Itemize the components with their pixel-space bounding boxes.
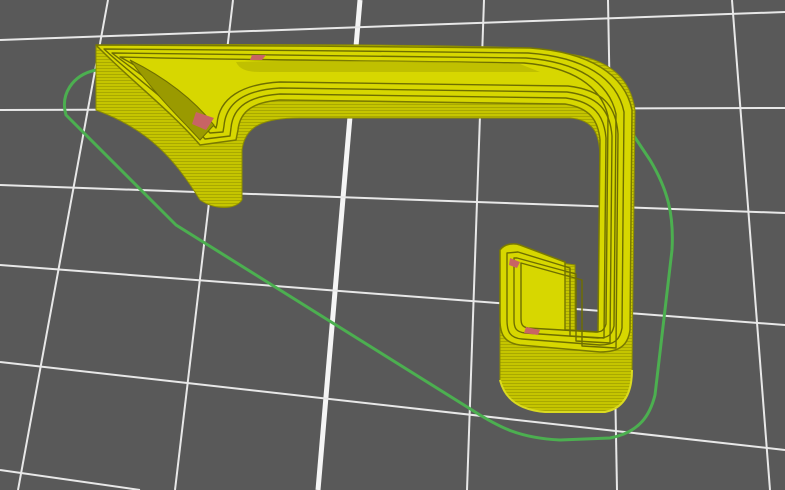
slicer-3d-viewport[interactable] (0, 0, 785, 490)
